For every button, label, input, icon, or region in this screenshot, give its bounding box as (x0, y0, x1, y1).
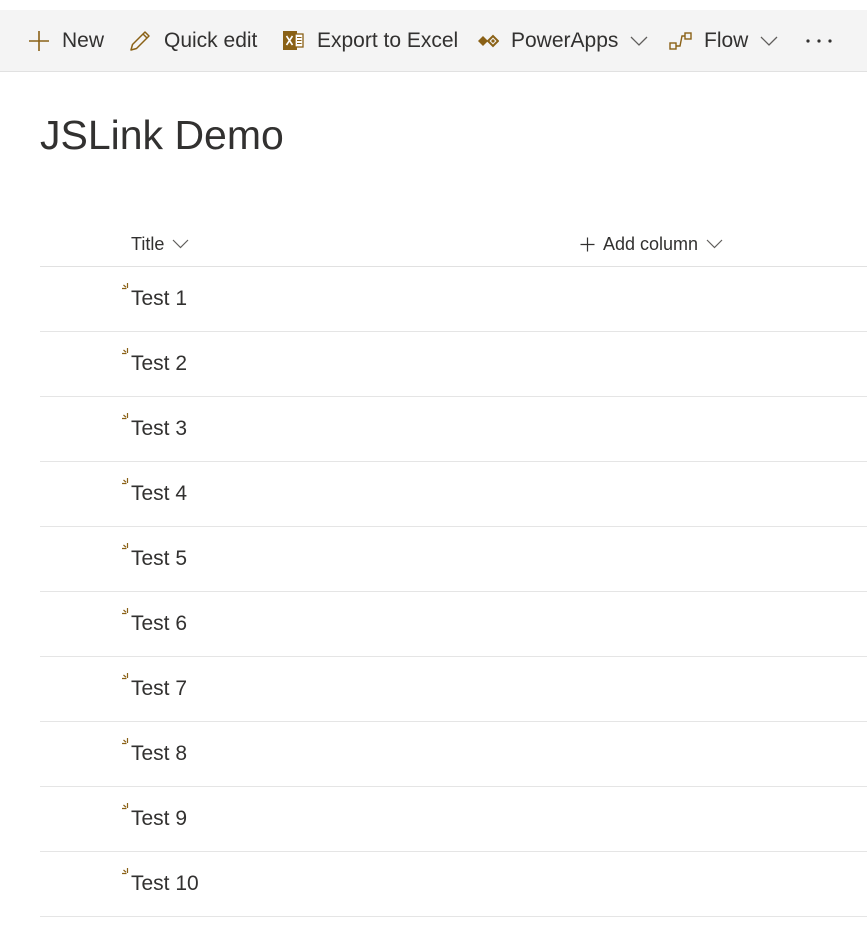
powerapps-menu[interactable]: PowerApps (477, 10, 648, 71)
powerapps-icon (477, 34, 499, 48)
list-header: Title Add column (40, 222, 867, 267)
export-to-excel-button[interactable]: Export to Excel (282, 10, 458, 71)
table-row[interactable]: Test 9 (40, 787, 867, 852)
item-title-link[interactable]: Test 9 (131, 807, 187, 831)
plus-icon (28, 30, 50, 52)
new-label: New (62, 28, 105, 52)
column-header-title[interactable]: Title (131, 222, 189, 266)
flow-icon (669, 31, 692, 51)
item-title-link[interactable]: Test 6 (131, 612, 187, 636)
excel-icon (282, 29, 305, 52)
column-header-label: Title (131, 233, 165, 254)
table-row[interactable]: Test 4 (40, 462, 867, 527)
list-body: Test 1 Test 2 Test 3 Test 4 Test 5 Test … (40, 267, 867, 917)
plus-icon (580, 237, 595, 252)
chevron-down-icon (172, 239, 189, 249)
more-ellipsis-icon (806, 38, 832, 44)
item-title-link[interactable]: Test 10 (131, 872, 199, 896)
new-button[interactable]: New (28, 10, 104, 71)
table-row[interactable]: Test 10 (40, 852, 867, 917)
table-row[interactable]: Test 5 (40, 527, 867, 592)
item-title-link[interactable]: Test 2 (131, 352, 187, 376)
table-row[interactable]: Test 8 (40, 722, 867, 787)
item-title-link[interactable]: Test 7 (131, 677, 187, 701)
powerapps-label: PowerApps (511, 28, 619, 52)
chevron-down-icon (760, 36, 778, 46)
quick-edit-button[interactable]: Quick edit (129, 10, 257, 71)
more-options-button[interactable] (806, 10, 832, 71)
chevron-down-icon (706, 239, 723, 249)
chevron-down-icon (630, 36, 648, 46)
item-title-link[interactable]: Test 5 (131, 547, 187, 571)
command-bar: New Quick edit Export to Excel PowerApps… (0, 10, 867, 72)
item-title-link[interactable]: Test 4 (131, 482, 187, 506)
table-row[interactable]: Test 7 (40, 657, 867, 722)
table-row[interactable]: Test 6 (40, 592, 867, 657)
export-to-excel-label: Export to Excel (317, 28, 459, 52)
page-title: JSLink Demo (40, 112, 284, 158)
item-title-link[interactable]: Test 8 (131, 742, 187, 766)
table-row[interactable]: Test 2 (40, 332, 867, 397)
flow-label: Flow (704, 28, 749, 52)
table-row[interactable]: Test 3 (40, 397, 867, 462)
item-title-link[interactable]: Test 3 (131, 417, 187, 441)
add-column-label: Add column (603, 233, 699, 254)
quick-edit-label: Quick edit (164, 28, 258, 52)
flow-menu[interactable]: Flow (669, 10, 778, 71)
item-title-link[interactable]: Test 1 (131, 287, 187, 311)
table-row[interactable]: Test 1 (40, 267, 867, 332)
add-column-button[interactable]: Add column (580, 222, 723, 266)
pencil-icon (129, 29, 152, 52)
